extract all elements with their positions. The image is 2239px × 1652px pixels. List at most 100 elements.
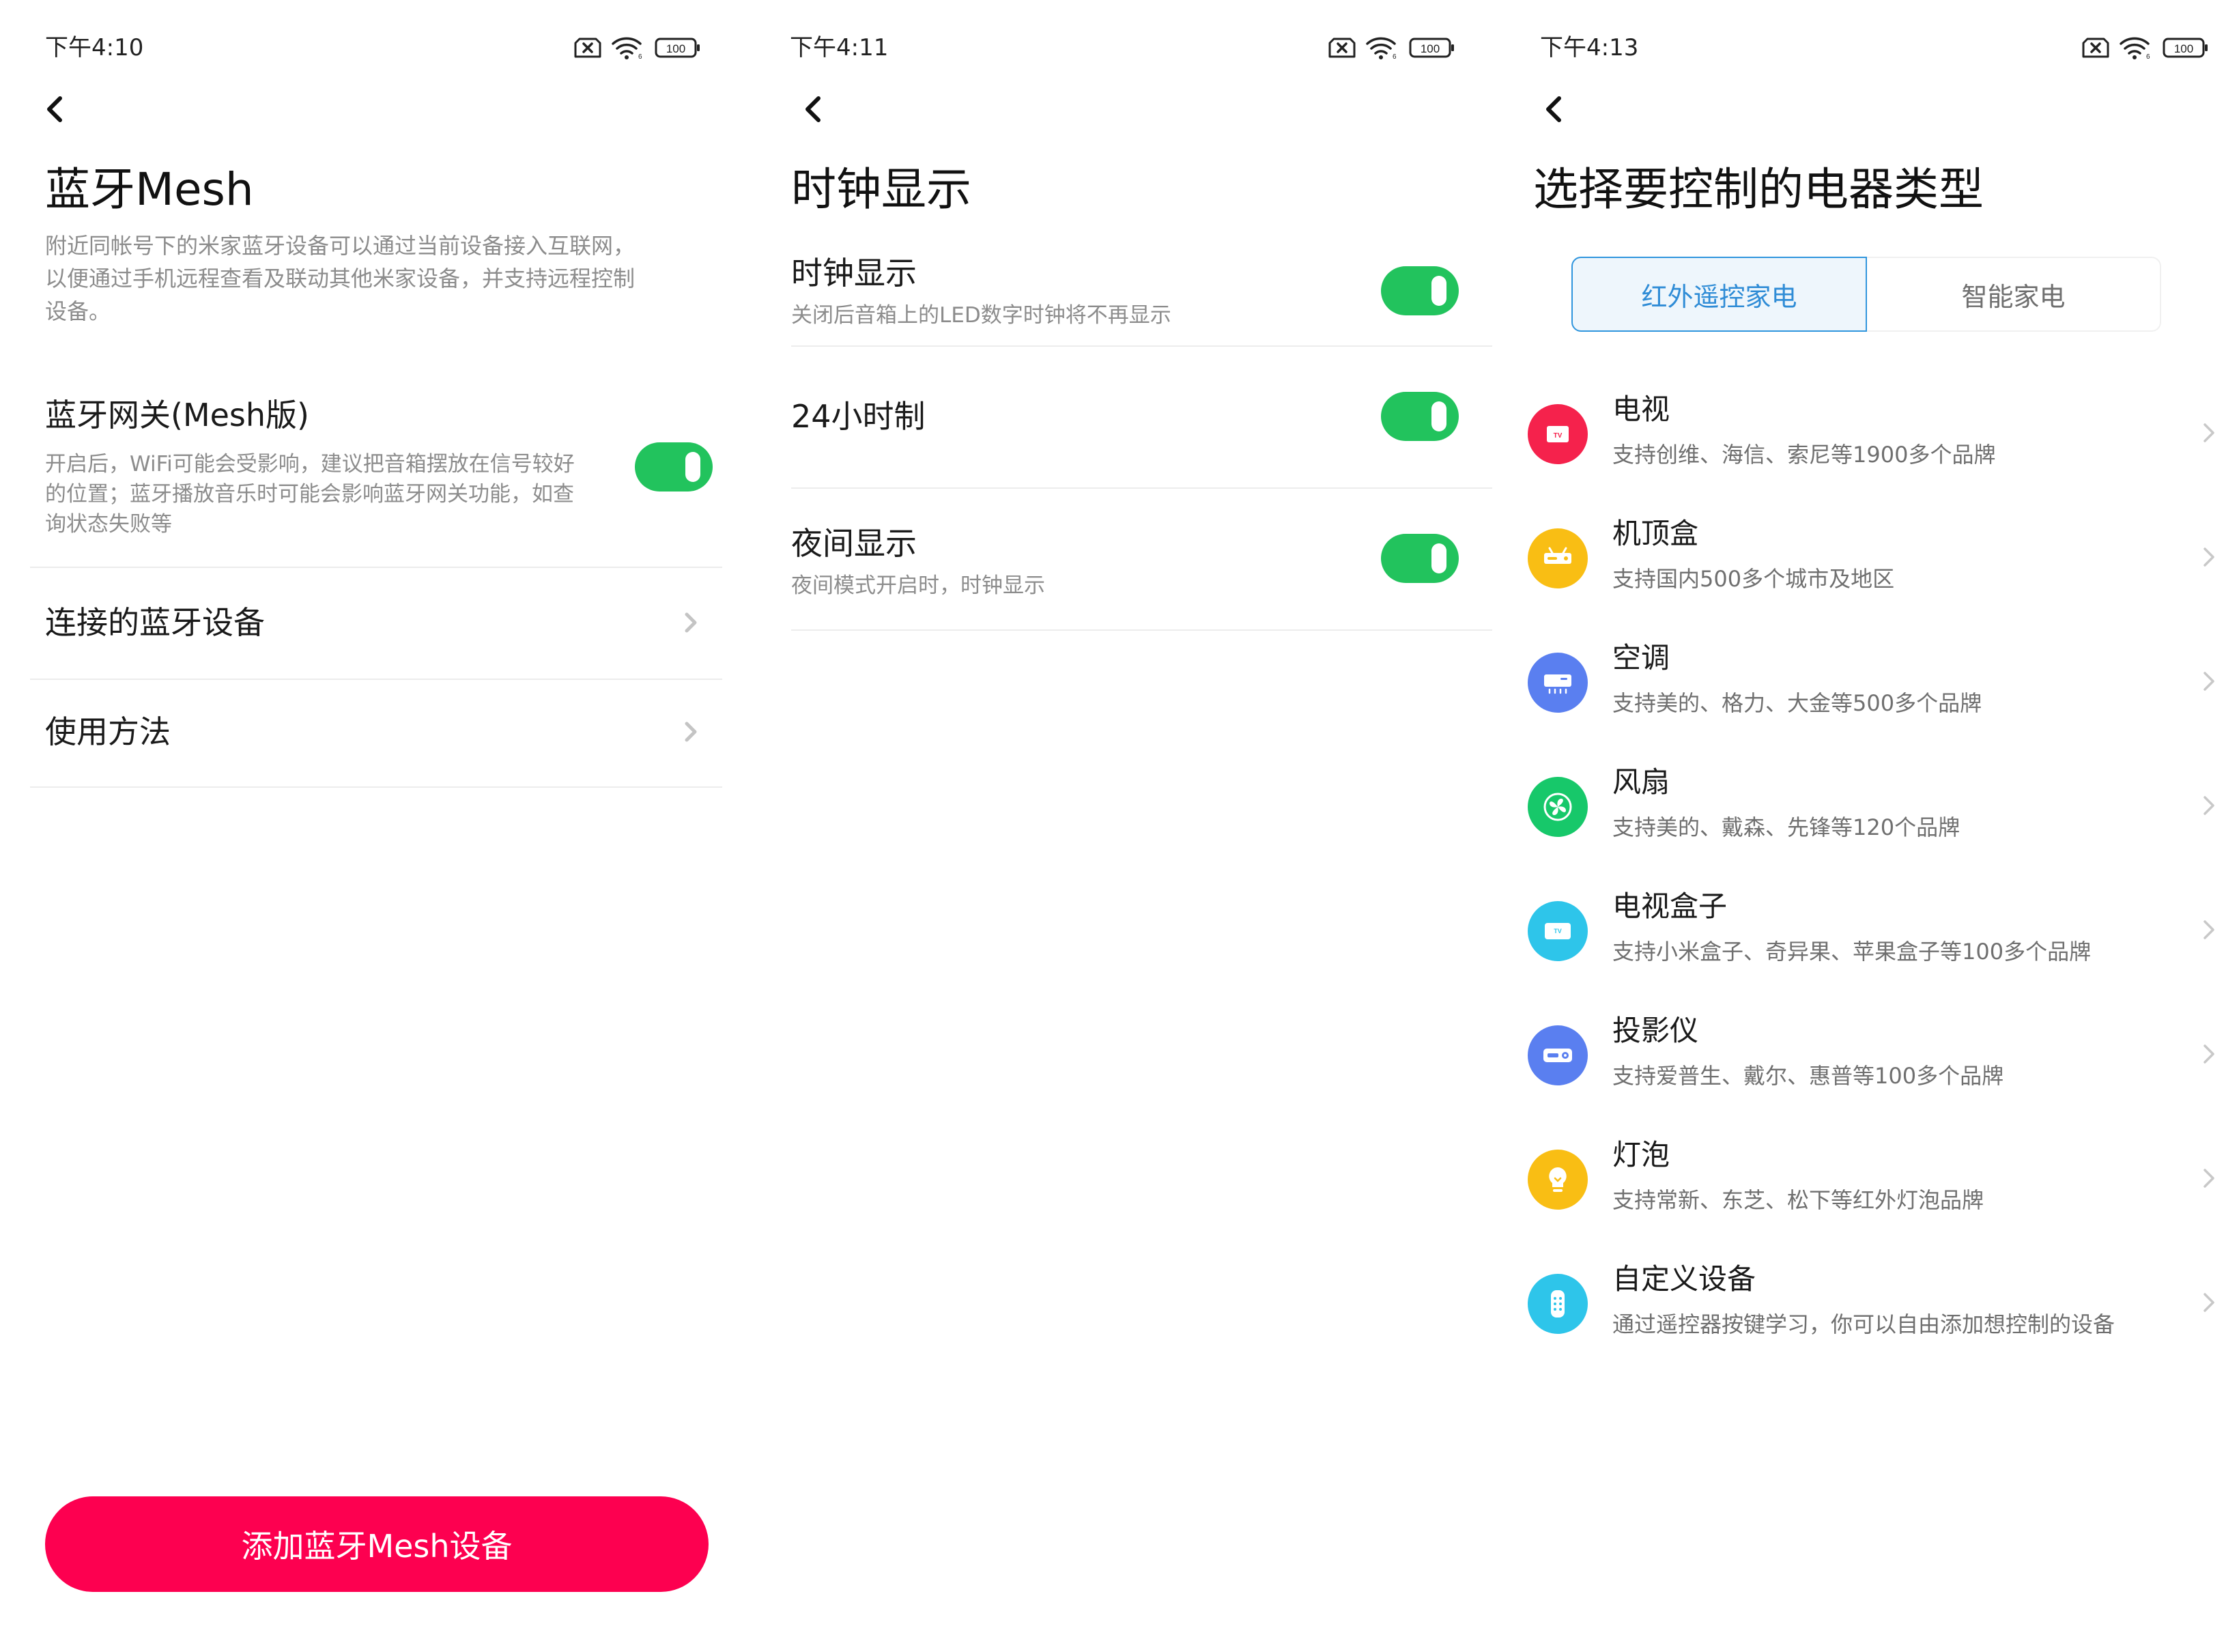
device-label: 风扇 (1612, 765, 1670, 799)
menu-item-label: 使用方法 (45, 713, 171, 750)
gateway-desc-line: 询状态失败等 (45, 512, 172, 537)
svg-text:100: 100 (666, 42, 685, 55)
back-button[interactable] (35, 90, 74, 128)
tab-smart-appliances[interactable]: 智能家电 (1867, 257, 2161, 332)
chevron-right-icon (2204, 796, 2214, 815)
chevron-right-icon (685, 722, 697, 742)
device-description: 支持美的、格力、大金等500多个品牌 (1612, 690, 1982, 716)
device-label: 自定义设备 (1612, 1262, 1756, 1296)
device-row-set-top-box[interactable]: 机顶盒 支持国内500多个城市及地区 (1492, 496, 2239, 620)
battery-icon: 100 (655, 37, 701, 59)
wifi-icon: 6 (1365, 35, 1399, 60)
gateway-title: 蓝牙网关(Mesh版) (45, 397, 310, 433)
page-title: 蓝牙Mesh (45, 163, 254, 216)
chevron-right-icon (2204, 1169, 2214, 1188)
device-row-light-bulb[interactable]: 灯泡 支持常新、东芝、松下等红外灯泡品牌 (1492, 1117, 2239, 1241)
battery-icon: 100 (1409, 37, 1455, 59)
chevron-right-icon (2204, 423, 2214, 442)
toggle-knob (1431, 401, 1446, 431)
gateway-desc-line: 开启后，WiFi可能会受影响，建议把音箱摆放在信号较好 (45, 452, 575, 476)
device-label: 机顶盒 (1612, 517, 1699, 550)
wifi-icon: 6 (2119, 35, 2153, 60)
device-description: 通过遥控器按键学习，你可以自由添加想控制的设备 (1612, 1311, 2115, 1337)
battery-icon: 100 (2163, 37, 2209, 59)
status-icons: 6 100 (574, 35, 701, 60)
svg-text:6: 6 (2146, 53, 2150, 60)
chevron-left-icon (1546, 96, 1561, 122)
device-label: 电视 (1612, 393, 1670, 426)
chevron-right-icon (2204, 1293, 2214, 1312)
svg-text:TV: TV (1554, 432, 1563, 440)
chevron-left-icon (47, 96, 62, 122)
wifi-icon: 6 (611, 35, 645, 60)
device-row-fan[interactable]: 风扇 支持美的、戴森、先锋等120个品牌 (1492, 744, 2239, 868)
page-description: 附近同帐号下的米家蓝牙设备可以通过当前设备接入互联网， 以便通过手机远程查看及联… (45, 229, 635, 328)
svg-text:6: 6 (1393, 53, 1397, 60)
bluetooth-mesh-screen: 下午4:10 6 100 蓝牙Mesh 附近同帐号下的米家蓝牙设备可以通过当前设… (0, 0, 746, 1652)
status-time: 下午4:13 (1540, 34, 1639, 61)
chevron-left-icon (805, 96, 821, 122)
setting-row-24-hour: 24小时制 (746, 347, 1492, 486)
description-line: 以便通过手机远程查看及联动其他米家设备，并支持远程控制 (45, 266, 636, 291)
setting-label: 时钟显示 (791, 255, 917, 291)
light-bulb-icon (1528, 1150, 1588, 1210)
back-button[interactable] (1535, 90, 1573, 128)
sim-disabled-icon (2082, 37, 2109, 59)
setting-label: 24小时制 (791, 398, 926, 435)
status-bar: 下午4:11 6 100 (746, 30, 1492, 66)
gateway-desc-line: 的位置；蓝牙播放音乐时可能会影响蓝牙网关功能，如查 (45, 482, 574, 507)
fan-icon (1528, 777, 1588, 837)
night-display-toggle[interactable] (1381, 534, 1459, 583)
setting-description: 夜间模式开启时，时钟显示 (791, 573, 1045, 598)
gateway-toggle[interactable] (635, 442, 713, 492)
chevron-right-icon (2204, 920, 2214, 939)
setting-row-night-display: 夜间显示 夜间模式开启时，时钟显示 (746, 489, 1492, 629)
chevron-right-icon (2204, 1044, 2214, 1064)
sim-disabled-icon (574, 37, 601, 59)
24-hour-toggle[interactable] (1381, 392, 1459, 441)
sim-disabled-icon (1328, 37, 1356, 59)
add-mesh-device-button[interactable]: 添加蓝牙Mesh设备 (45, 1496, 709, 1592)
menu-item-connected-devices[interactable]: 连接的蓝牙设备 (0, 568, 746, 677)
setting-label: 夜间显示 (791, 525, 917, 562)
status-time: 下午4:11 (790, 34, 889, 61)
device-label: 灯泡 (1612, 1138, 1670, 1171)
chevron-right-icon (2204, 547, 2214, 567)
status-icons: 6 100 (2082, 35, 2209, 60)
page-title: 时钟显示 (791, 163, 971, 216)
device-description: 支持爱普生、戴尔、惠普等100多个品牌 (1612, 1063, 2004, 1089)
tv-box-icon: TV (1528, 901, 1588, 961)
menu-item-usage[interactable]: 使用方法 (0, 680, 746, 786)
svg-text:6: 6 (638, 53, 642, 60)
device-description: 支持国内500多个城市及地区 (1612, 566, 1895, 592)
tab-ir-remote[interactable]: 红外遥控家电 (1571, 257, 1867, 332)
svg-text:TV: TV (1554, 928, 1562, 935)
setting-row-clock-display: 时钟显示 关闭后音箱上的LED数字时钟将不再显示 (746, 246, 1492, 345)
back-button[interactable] (794, 90, 832, 128)
device-row-tv-box[interactable]: TV 电视盒子 支持小米盒子、奇异果、苹果盒子等100多个品牌 (1492, 868, 2239, 993)
svg-text:100: 100 (1421, 42, 1440, 55)
menu-item-label: 连接的蓝牙设备 (45, 604, 265, 641)
device-row-projector[interactable]: 投影仪 支持爱普生、戴尔、惠普等100多个品牌 (1492, 993, 2239, 1117)
device-description: 支持美的、戴森、先锋等120个品牌 (1612, 814, 1960, 840)
clock-display-toggle[interactable] (1381, 266, 1459, 315)
device-row-air-conditioner[interactable]: 空调 支持美的、格力、大金等500多个品牌 (1492, 620, 2239, 744)
toggle-knob (685, 452, 700, 482)
tv-icon: TV (1528, 404, 1588, 464)
device-row-custom-device[interactable]: 自定义设备 通过遥控器按键学习，你可以自由添加想控制的设备 (1492, 1241, 2239, 1365)
page-title: 选择要控制的电器类型 (1533, 163, 1984, 216)
divider (791, 629, 1522, 631)
projector-icon (1528, 1025, 1588, 1085)
status-bar: 下午4:10 6 100 (0, 30, 746, 66)
description-line: 附近同帐号下的米家蓝牙设备可以通过当前设备接入互联网， (45, 233, 636, 259)
remote-control-icon (1528, 1274, 1588, 1334)
clock-display-screen: 下午4:11 6 100 时钟显示 时钟显示 关闭后音箱上的LED数字时钟将不再… (746, 0, 1522, 1652)
description-line: 设备。 (45, 298, 111, 324)
status-bar: 下午4:13 6 100 (1492, 30, 2239, 66)
gateway-description: 开启后，WiFi可能会受影响，建议把音箱摆放在信号较好 的位置；蓝牙播放音乐时可… (45, 449, 612, 539)
category-tabs: 红外遥控家电 智能家电 (1571, 257, 2161, 332)
divider (30, 786, 722, 788)
toggle-knob (1431, 543, 1446, 573)
status-time: 下午4:10 (45, 34, 144, 61)
device-row-tv[interactable]: TV 电视 支持创维、海信、索尼等1900多个品牌 (1492, 371, 2239, 496)
